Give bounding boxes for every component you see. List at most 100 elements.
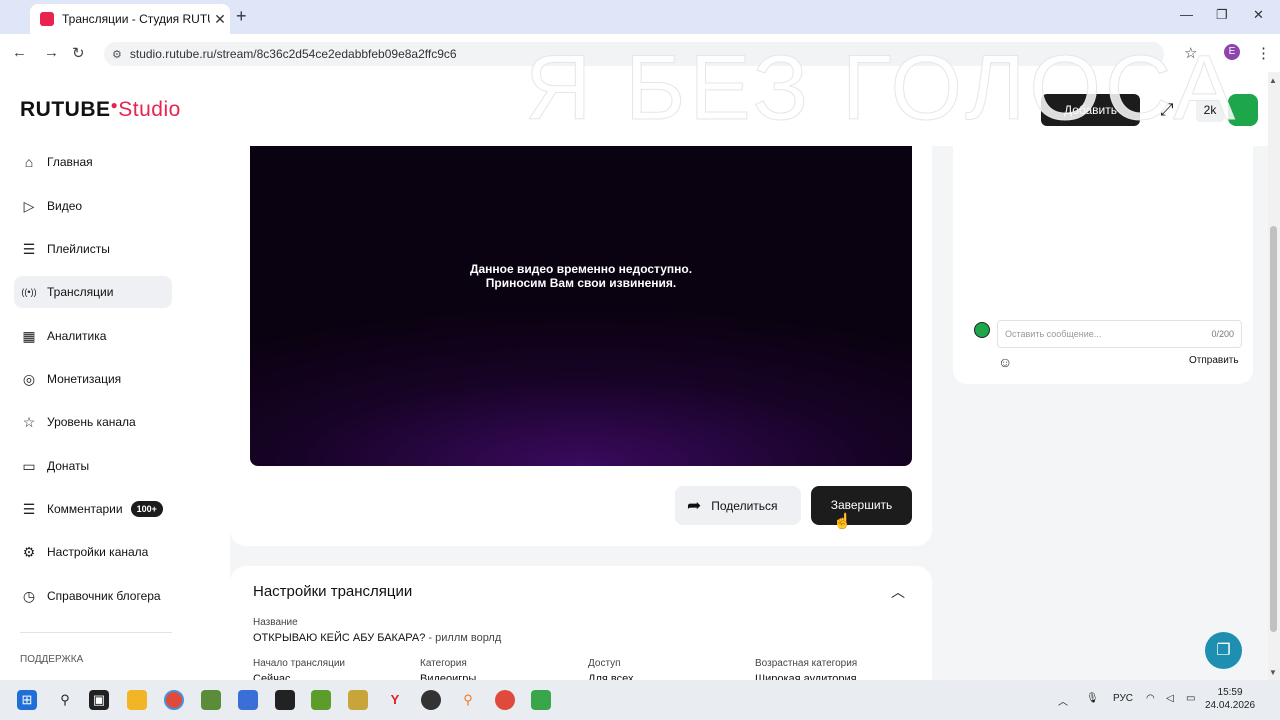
sidebar-item-channel-settings[interactable]: ⚙ Настройки канала (14, 536, 172, 568)
settings-icon: ⚙ (22, 543, 36, 560)
analytics-icon: ▦ (22, 327, 36, 344)
donations-icon: ▭ (22, 457, 36, 474)
share-arrow-icon: ➦ (687, 495, 702, 515)
sidebar-item-donations[interactable]: ▭ Донаты (14, 450, 172, 482)
search-app-icon[interactable]: ⚲ (458, 690, 478, 710)
windows-taskbar: ⊞ ⚲ ▣ Y ⚲ ︿ 🎙 РУС ◠ ◁ ▭ 15:59 24.04.2026 (0, 680, 1280, 720)
obs-icon[interactable] (421, 690, 441, 710)
sidebar-item-video[interactable]: ▷ Видео (14, 190, 172, 222)
clock-date: 24.04.2026 (1205, 700, 1256, 711)
file-explorer-icon[interactable] (127, 690, 147, 710)
playlist-icon: ☰ (22, 240, 36, 257)
new-tab-icon[interactable]: + (236, 6, 247, 27)
sidebar-item-monetization[interactable]: ◎ Монетизация (14, 363, 172, 395)
name-label: Название (253, 617, 298, 628)
wifi-icon[interactable]: ◠ (1146, 693, 1155, 704)
chat-message-input[interactable]: Оставить сообщение... 0/200 (997, 320, 1242, 348)
end-stream-button[interactable]: Завершить (811, 486, 912, 525)
rutube-studio-logo[interactable]: RUTUBE●Studio (20, 98, 181, 122)
sidebar-item-label: Монетизация (47, 372, 122, 386)
stream-name-suffix: - риллм ворлд (425, 632, 502, 644)
microphone-icon[interactable]: 🎙 (1086, 693, 1099, 704)
start-label: Начало трансляции (253, 658, 345, 669)
url-text: studio.rutube.ru/stream/8c36c2d54ce2edab… (129, 47, 457, 61)
chat-send-button[interactable]: Отправить (1189, 355, 1239, 366)
emoji-icon[interactable]: ☺ (998, 354, 1012, 370)
scroll-down-icon[interactable]: ▼ (1269, 668, 1277, 677)
settings-title: Настройки трансляции (253, 583, 413, 600)
sidebar-support-link[interactable]: ПОДДЕРЖКА (20, 654, 83, 665)
window-close-icon[interactable]: ✕ (1253, 7, 1264, 23)
tab-close-icon[interactable]: ✕ (210, 11, 230, 28)
discord-icon[interactable] (238, 690, 258, 710)
rutube-favicon-icon (40, 12, 54, 26)
window-minimize-icon[interactable]: — (1180, 7, 1193, 22)
battery-icon[interactable]: ▭ (1186, 693, 1195, 704)
overlay-caption: Я БЕЗ ГОЛОСА (525, 37, 1239, 140)
support-chat-fab[interactable]: ❐ (1205, 632, 1242, 669)
logo-main: RUTUBE (20, 98, 111, 121)
chrome-icon[interactable] (164, 690, 184, 710)
sidebar-item-label: Видео (47, 199, 83, 213)
access-label: Доступ (588, 658, 621, 669)
task-view-icon[interactable]: ▣ (89, 690, 109, 710)
back-icon[interactable]: ← (12, 44, 27, 61)
browser-tab[interactable]: Трансляции - Студия RUTUBE ✕ (30, 4, 230, 34)
reload-icon[interactable]: ↻ (72, 44, 85, 62)
sidebar-item-label: Главная (47, 155, 93, 169)
app-icon-1[interactable] (348, 690, 368, 710)
sidebar-item-label: Уровень канала (47, 415, 136, 429)
chat-user-avatar (974, 322, 990, 338)
sidebar-item-label: Настройки канала (47, 545, 149, 559)
browser-tabstrip: Трансляции - Студия RUTUBE ✕ + — ❐ ✕ (0, 0, 1280, 34)
sidebar-item-label: Аналитика (47, 329, 107, 343)
hand-cursor-icon: ☝ (833, 513, 852, 530)
comments-icon: ☰ (22, 500, 36, 517)
sidebar-item-comments[interactable]: ☰ Комментарии 100+ (14, 493, 172, 525)
window-maximize-icon[interactable]: ❐ (1216, 7, 1228, 23)
tab-title: Трансляции - Студия RUTUBE (62, 12, 210, 26)
logo-studio: Studio (118, 98, 181, 121)
sidebar-item-playlists[interactable]: ☰ Плейлисты (14, 233, 172, 265)
category-label: Категория (420, 658, 467, 669)
roblox-icon[interactable] (275, 690, 295, 710)
volume-icon[interactable]: ◁ (1166, 693, 1174, 704)
monetization-icon: ◎ (22, 370, 36, 387)
guide-icon: ◷ (22, 587, 36, 604)
share-button[interactable]: ➦ Поделиться (675, 486, 801, 525)
tray-expand-icon[interactable]: ︿ (1058, 693, 1068, 708)
video-player[interactable]: Данное видео временно недоступно. Принос… (250, 146, 912, 466)
app-icon-2[interactable] (495, 690, 515, 710)
sidebar: ⌂ Главная ▷ Видео ☰ Плейлисты ((•)) Тран… (0, 146, 230, 680)
forward-icon[interactable]: → (44, 44, 59, 61)
sidebar-item-channel-level[interactable]: ☆ Уровень канала (14, 406, 172, 438)
minecraft-icon[interactable] (201, 690, 221, 710)
yandex-browser-icon[interactable]: Y (385, 690, 405, 710)
stream-name-text: ОТКРЫВАЮ КЕЙС АБУ БАКАРА? (253, 632, 426, 644)
player-message-line-1: Данное видео временно недоступно. (469, 262, 693, 276)
browser-menu-icon[interactable]: ⋮ (1256, 44, 1271, 62)
chat-panel (953, 146, 1253, 384)
sidebar-item-label: Трансляции (47, 285, 114, 299)
language-indicator[interactable]: РУС (1113, 693, 1133, 704)
chat-char-counter: 0/200 (1211, 329, 1234, 339)
chevron-up-icon[interactable]: ︿ (891, 582, 905, 602)
sidebar-item-blogger-guide[interactable]: ◷ Справочник блогера (14, 580, 172, 612)
sidebar-item-analytics[interactable]: ▦ Аналитика (14, 320, 172, 352)
scrollbar-thumb[interactable] (1270, 226, 1277, 632)
sidebar-item-label: Комментарии (47, 502, 123, 516)
sidebar-divider (20, 632, 172, 633)
chat-bubbles-icon: ❐ (1216, 642, 1231, 659)
start-menu-icon[interactable]: ⊞ (17, 690, 37, 710)
site-info-icon[interactable]: ⚙ (112, 48, 122, 61)
sidebar-item-broadcasts[interactable]: ((•)) Трансляции (14, 276, 172, 308)
stream-name-value: ОТКРЫВАЮ КЕЙС АБУ БАКАРА? - риллм ворлд (253, 632, 501, 644)
app-icon-3[interactable] (531, 690, 551, 710)
search-icon[interactable]: ⚲ (55, 690, 75, 710)
scroll-up-icon[interactable]: ▲ (1269, 76, 1277, 85)
home-icon: ⌂ (24, 154, 34, 170)
system-clock[interactable]: 15:59 24.04.2026 (1205, 686, 1255, 712)
game-launcher-icon[interactable] (311, 690, 331, 710)
chat-input-placeholder: Оставить сообщение... (1005, 329, 1102, 339)
sidebar-item-home[interactable]: ⌂ Главная (14, 146, 172, 178)
